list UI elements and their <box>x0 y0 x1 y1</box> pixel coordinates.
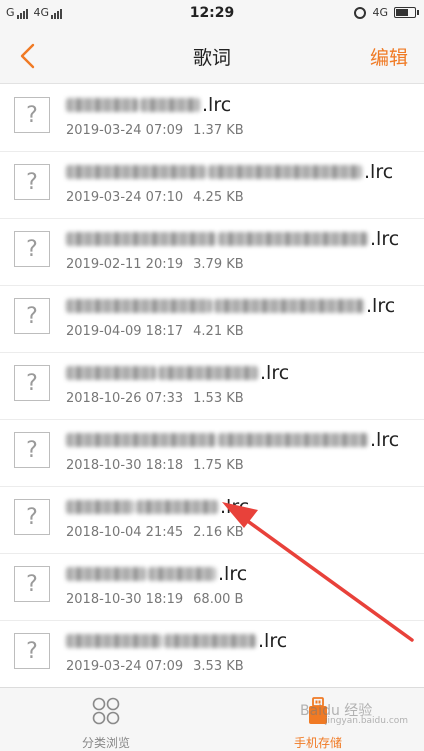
file-row[interactable]: ? .lrc 2018-10-30 18:19 68.00 B <box>0 554 424 621</box>
file-size: 4.25 KB <box>193 190 244 205</box>
file-date: 2019-03-24 07:10 <box>66 190 184 205</box>
back-button[interactable] <box>12 40 44 72</box>
file-row[interactable]: ? .lrc 2019-02-11 20:19 3.79 KB <box>0 219 424 286</box>
blurred-filename <box>66 299 212 313</box>
unknown-file-icon: ? <box>14 566 50 602</box>
blurred-filename <box>140 98 200 112</box>
file-size: 3.79 KB <box>193 257 244 272</box>
status-icons: 4G <box>354 6 419 19</box>
title-bar: 歌词 编辑 <box>0 28 424 84</box>
unknown-file-icon: ? <box>14 231 50 267</box>
file-row[interactable]: ? .lrc 2019-03-24 07:09 3.53 KB <box>0 621 424 687</box>
file-meta: 2019-03-24 07:10 4.25 KB <box>66 190 244 205</box>
file-meta: 2018-10-30 18:18 1.75 KB <box>66 458 244 473</box>
nav-storage-label: 手机存储 <box>293 736 342 750</box>
blurred-filename <box>66 567 146 581</box>
nav-browse-categories[interactable]: 分类浏览 <box>0 688 212 751</box>
unknown-file-icon: ? <box>14 164 50 200</box>
file-extension: .lrc <box>370 228 400 250</box>
file-meta: 2018-10-26 07:33 1.53 KB <box>66 391 244 406</box>
file-meta: 2019-03-24 07:09 1.37 KB <box>66 123 244 138</box>
file-size: 2.16 KB <box>193 525 244 540</box>
file-list: ? .lrc 2019-03-24 07:09 1.37 KB ? .lrc 2… <box>0 85 424 687</box>
file-extension: .lrc <box>258 630 288 652</box>
blurred-filename <box>66 98 138 112</box>
file-date: 2019-03-24 07:09 <box>66 123 184 138</box>
file-meta: 2018-10-04 21:45 2.16 KB <box>66 525 244 540</box>
blurred-filename <box>66 165 206 179</box>
unknown-file-icon: ? <box>14 633 50 669</box>
unknown-file-icon: ? <box>14 499 50 535</box>
file-extension: .lrc <box>260 362 290 384</box>
file-size: 3.53 KB <box>193 659 244 674</box>
chevron-left-icon <box>20 43 35 69</box>
file-meta: 2019-03-24 07:09 3.53 KB <box>66 659 244 674</box>
edit-button[interactable]: 编辑 <box>370 43 408 70</box>
alarm-icon <box>354 6 367 19</box>
file-meta: 2019-04-09 18:17 4.21 KB <box>66 324 244 339</box>
file-row[interactable]: ? .lrc 2018-10-30 18:18 1.75 KB <box>0 420 424 487</box>
file-extension: .lrc <box>364 161 394 183</box>
file-extension: .lrc <box>366 295 396 317</box>
unknown-file-icon: ? <box>14 298 50 334</box>
file-size: 1.75 KB <box>193 458 244 473</box>
file-extension: .lrc <box>218 563 248 585</box>
file-name: .lrc <box>66 361 289 385</box>
file-name: .lrc <box>66 428 399 452</box>
file-name: .lrc <box>66 93 231 117</box>
blurred-filename <box>214 299 364 313</box>
file-row[interactable]: ? .lrc 2019-03-24 07:10 4.25 KB <box>0 152 424 219</box>
blurred-filename <box>66 500 134 514</box>
blurred-filename <box>218 433 368 447</box>
file-name: .lrc <box>66 562 247 586</box>
blurred-filename <box>208 165 362 179</box>
file-name: .lrc <box>66 227 399 251</box>
file-date: 2019-02-11 20:19 <box>66 257 184 272</box>
page-title: 歌词 <box>192 47 231 69</box>
file-extension: .lrc <box>220 496 250 518</box>
blurred-filename <box>164 634 256 648</box>
file-meta: 2019-02-11 20:19 3.79 KB <box>66 257 244 272</box>
file-date: 2018-10-04 21:45 <box>66 525 184 540</box>
network-label: 4G <box>372 6 388 19</box>
blurred-filename <box>218 232 368 246</box>
file-date: 2019-04-09 18:17 <box>66 324 184 339</box>
blurred-filename <box>66 232 216 246</box>
file-date: 2018-10-30 18:19 <box>66 592 184 607</box>
blurred-filename <box>66 366 156 380</box>
file-row[interactable]: ? .lrc 2019-03-24 07:09 1.37 KB <box>0 85 424 152</box>
file-row[interactable]: ? .lrc 2018-10-04 21:45 2.16 KB <box>0 487 424 554</box>
file-date: 2018-10-30 18:18 <box>66 458 184 473</box>
file-size: 4.21 KB <box>193 324 244 339</box>
file-size: 1.37 KB <box>193 123 244 138</box>
file-row[interactable]: ? .lrc 2019-04-09 18:17 4.21 KB <box>0 286 424 353</box>
file-extension: .lrc <box>202 94 232 116</box>
blurred-filename <box>136 500 218 514</box>
file-row[interactable]: ? .lrc 2018-10-26 07:33 1.53 KB <box>0 353 424 420</box>
file-name: .lrc <box>66 160 393 184</box>
file-date: 2018-10-26 07:33 <box>66 391 184 406</box>
blurred-filename <box>148 567 216 581</box>
blurred-filename <box>66 634 162 648</box>
file-name: .lrc <box>66 629 287 653</box>
battery-icon <box>394 7 419 18</box>
file-date: 2019-03-24 07:09 <box>66 659 184 674</box>
blurred-filename <box>66 433 216 447</box>
file-extension: .lrc <box>370 429 400 451</box>
unknown-file-icon: ? <box>14 97 50 133</box>
file-size: 68.00 B <box>193 592 244 607</box>
file-name: .lrc <box>66 294 395 318</box>
unknown-file-icon: ? <box>14 365 50 401</box>
file-meta: 2018-10-30 18:19 68.00 B <box>66 592 243 607</box>
status-bar: G 4G 12:29 4G <box>0 0 424 28</box>
watermark-sub: jingyan.baidu.com <box>325 716 409 726</box>
file-name: .lrc <box>66 495 249 519</box>
unknown-file-icon: ? <box>14 432 50 468</box>
nav-browse-label: 分类浏览 <box>81 736 130 750</box>
grid-circles-icon <box>92 697 120 725</box>
blurred-filename <box>158 366 258 380</box>
file-size: 1.53 KB <box>193 391 244 406</box>
